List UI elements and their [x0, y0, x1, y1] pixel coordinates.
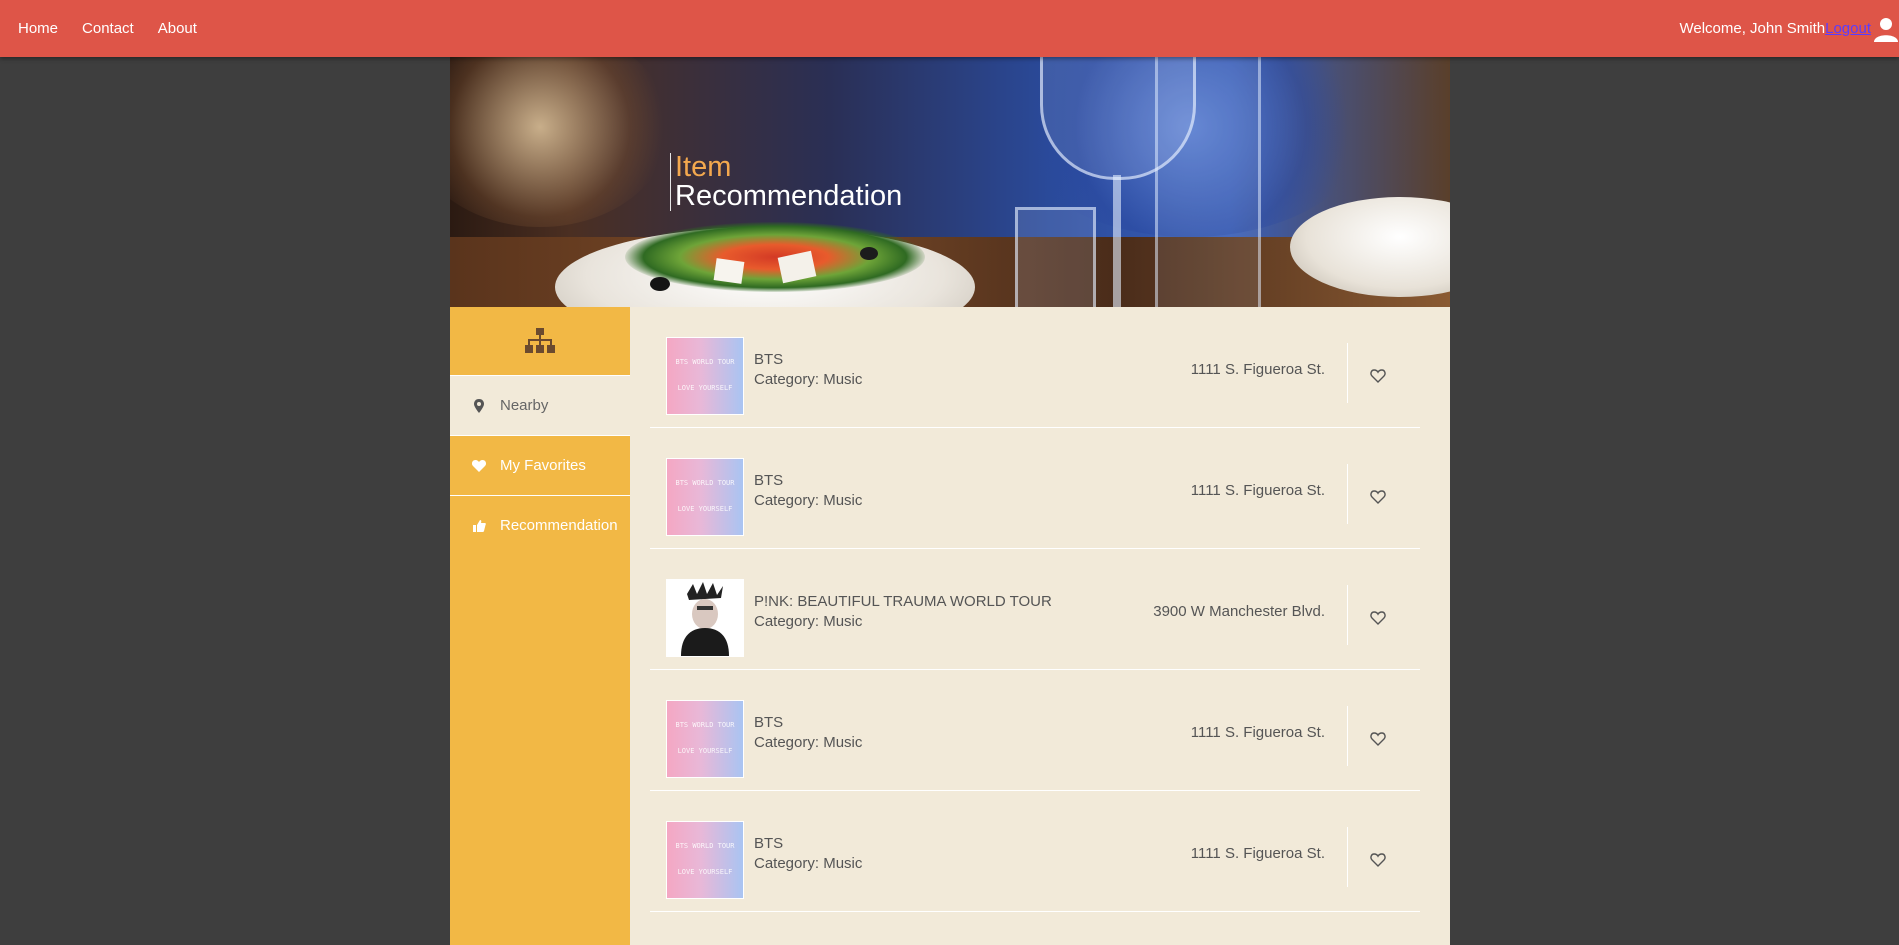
item-address: 1111 S. Figueroa St.	[1190, 845, 1325, 862]
main-nav: Home Contact About	[18, 0, 221, 57]
sidebar-item-label: Nearby	[500, 397, 549, 414]
item-thumbnail	[666, 579, 744, 657]
sidebar-item-recommendation[interactable]: Recommendation	[450, 495, 630, 555]
nav-home-link[interactable]: Home	[18, 20, 58, 37]
item-name: BTS	[754, 351, 784, 368]
sidebar-item-label: Recommendation	[500, 517, 618, 534]
hero-title-line2: Recommendation	[675, 180, 903, 212]
favorite-heart-icon[interactable]	[1370, 610, 1386, 626]
item-address: 1111 S. Figueroa St.	[1190, 361, 1325, 378]
favorite-heart-icon[interactable]	[1370, 852, 1386, 868]
item-name: P!NK: BEAUTIFUL TRAUMA WORLD TOUR	[754, 593, 1052, 610]
top-navbar: Home Contact About Welcome, John Smith L…	[0, 0, 1899, 57]
item-address: 1111 S. Figueroa St.	[1190, 482, 1325, 499]
hero-banner: Item Recommendation	[450, 57, 1450, 307]
hero-title: Item Recommendation	[670, 153, 902, 211]
item-category: Category: Music	[754, 371, 863, 388]
list-item[interactable]: P!NK: BEAUTIFUL TRAUMA WORLD TOUR Catego…	[650, 549, 1420, 670]
item-name: BTS	[754, 472, 784, 489]
user-icon[interactable]	[1873, 16, 1899, 42]
item-category: Category: Music	[754, 492, 863, 509]
sidebar: Nearby My Favorites Recommendation	[450, 307, 630, 945]
list-item[interactable]: BTS WORLD TOUR LOVE YOURSELF BTS Categor…	[650, 307, 1420, 428]
item-thumbnail: BTS WORLD TOUR LOVE YOURSELF	[666, 458, 744, 536]
item-list: BTS WORLD TOUR LOVE YOURSELF BTS Categor…	[650, 307, 1420, 912]
item-thumbnail: BTS WORLD TOUR LOVE YOURSELF	[666, 700, 744, 778]
item-address: 3900 W Manchester Blvd.	[1153, 603, 1325, 620]
favorite-heart-icon[interactable]	[1370, 489, 1386, 505]
favorite-heart-icon[interactable]	[1370, 368, 1386, 384]
sidebar-item-nearby[interactable]: Nearby	[450, 375, 630, 435]
item-name: BTS	[754, 714, 784, 731]
thumbs-up-icon	[470, 517, 488, 535]
map-pin-icon	[470, 397, 488, 415]
item-address: 1111 S. Figueroa St.	[1190, 724, 1325, 741]
item-thumbnail: BTS WORLD TOUR LOVE YOURSELF	[666, 821, 744, 899]
item-category: Category: Music	[754, 613, 863, 630]
sidebar-item-favorites[interactable]: My Favorites	[450, 435, 630, 495]
list-item[interactable]: BTS WORLD TOUR LOVE YOURSELF BTS Categor…	[650, 670, 1420, 791]
item-category: Category: Music	[754, 855, 863, 872]
item-category: Category: Music	[754, 734, 863, 751]
hierarchy-icon	[450, 307, 630, 375]
hero-title-line1: Item	[675, 151, 732, 183]
logout-link[interactable]: Logout	[1825, 20, 1871, 37]
welcome-text: Welcome, John Smith	[1679, 20, 1826, 37]
item-thumbnail: BTS WORLD TOUR LOVE YOURSELF	[666, 337, 744, 415]
heart-icon	[470, 457, 488, 475]
list-item[interactable]: BTS WORLD TOUR LOVE YOURSELF BTS Categor…	[650, 428, 1420, 549]
page-container: Item Recommendation Nearby My Favorites …	[450, 57, 1450, 945]
sidebar-item-label: My Favorites	[500, 457, 586, 474]
item-name: BTS	[754, 835, 784, 852]
nav-about-link[interactable]: About	[158, 20, 197, 37]
user-area: Welcome, John Smith Logout	[1679, 0, 1899, 57]
favorite-heart-icon[interactable]	[1370, 731, 1386, 747]
nav-contact-link[interactable]: Contact	[82, 20, 134, 37]
list-item[interactable]: BTS WORLD TOUR LOVE YOURSELF BTS Categor…	[650, 791, 1420, 912]
